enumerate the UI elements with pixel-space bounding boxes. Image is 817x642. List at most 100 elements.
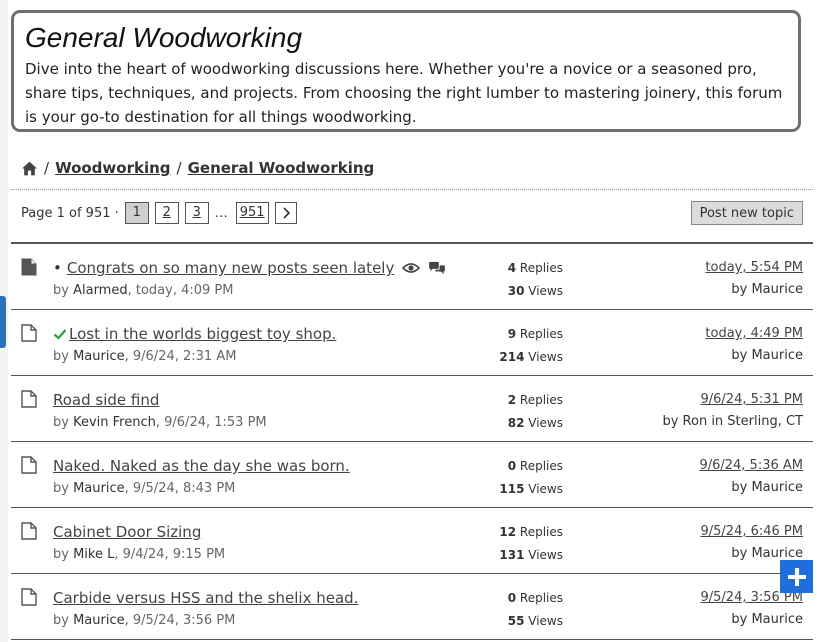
topic-stats: 0 Replies 55 Views bbox=[451, 587, 563, 633]
document-icon bbox=[21, 522, 37, 540]
last-post-author[interactable]: Maurice bbox=[751, 546, 803, 561]
left-edge-strip bbox=[0, 0, 8, 642]
check-icon bbox=[53, 329, 67, 340]
last-post-prefix: by bbox=[731, 348, 748, 363]
last-post: 9/6/24, 5:36 AM by Maurice bbox=[699, 455, 803, 499]
topic-title-line: Naked. Naked as the day she was born. bbox=[53, 455, 350, 477]
topic-author[interactable]: Alarmed bbox=[73, 283, 128, 298]
last-post-prefix: by bbox=[731, 282, 748, 297]
author-prefix: by bbox=[53, 415, 69, 430]
last-post-prefix: by bbox=[731, 612, 748, 627]
page-button-1[interactable]: 1 bbox=[124, 202, 149, 224]
topic-list: • Congrats on so many new posts seen lat… bbox=[11, 242, 813, 640]
pagination-bar: Page 1 of 951 · 1 2 3 … 951 Post new top… bbox=[21, 201, 803, 225]
eye-icon bbox=[402, 263, 421, 273]
breadcrumb-woodworking[interactable]: Woodworking bbox=[55, 159, 170, 177]
topic-date: , 9/5/24, 8:43 PM bbox=[124, 481, 236, 496]
forum-title: General Woodworking bbox=[25, 22, 303, 53]
replies-label: Replies bbox=[519, 327, 563, 341]
topic-author[interactable]: Maurice bbox=[73, 349, 125, 364]
replies-label: Replies bbox=[519, 525, 563, 539]
last-post-time[interactable]: today, 5:54 PM bbox=[705, 260, 803, 275]
view-count: 82 bbox=[507, 416, 525, 430]
topic-meta: by Maurice, 9/5/24, 8:43 PM bbox=[53, 479, 350, 499]
reply-count: 4 bbox=[507, 261, 517, 275]
topic-date: , 9/6/24, 1:53 PM bbox=[155, 415, 267, 430]
topic-row: Road side find by Kevin French, 9/6/24, … bbox=[11, 376, 813, 442]
views-label: Views bbox=[528, 416, 563, 430]
views-label: Views bbox=[528, 350, 563, 364]
replies-label: Replies bbox=[519, 393, 563, 407]
topic-main: Naked. Naked as the day she was born. by… bbox=[53, 455, 350, 499]
replies-label: Replies bbox=[519, 591, 563, 605]
page-label: Page 1 of 951 · bbox=[21, 205, 119, 221]
topic-row: Lost in the worlds biggest toy shop. by … bbox=[11, 310, 813, 376]
last-post-time[interactable]: 9/6/24, 5:36 AM bbox=[699, 458, 803, 473]
last-post-time[interactable]: 9/6/24, 5:31 PM bbox=[701, 392, 804, 407]
topic-title-link[interactable]: Road side find bbox=[53, 391, 159, 409]
replies-label: Replies bbox=[519, 261, 563, 275]
view-count: 115 bbox=[499, 482, 525, 496]
last-post-author[interactable]: Maurice bbox=[751, 348, 803, 363]
topic-author[interactable]: Kevin French bbox=[73, 415, 156, 430]
last-post-author[interactable]: Ron in Sterling, CT bbox=[683, 414, 803, 429]
views-label: Views bbox=[528, 482, 563, 496]
last-post-prefix: by bbox=[731, 546, 748, 561]
last-post: today, 4:49 PM by Maurice bbox=[705, 323, 803, 367]
document-icon bbox=[21, 390, 37, 408]
topic-date: , today, 4:09 PM bbox=[127, 283, 234, 298]
replies-label: Replies bbox=[519, 459, 563, 473]
last-post-author[interactable]: Maurice bbox=[751, 282, 803, 297]
topic-title-link[interactable]: Cabinet Door Sizing bbox=[53, 523, 201, 541]
topic-row: Cabinet Door Sizing by Mike L, 9/4/24, 9… bbox=[11, 508, 813, 574]
topic-row: Carbide versus HSS and the shelix head. … bbox=[11, 574, 813, 640]
page-button-3[interactable]: 3 bbox=[184, 202, 209, 224]
share-button[interactable] bbox=[780, 560, 813, 593]
topic-title-link[interactable]: Naked. Naked as the day she was born. bbox=[53, 457, 350, 475]
topic-main: Road side find by Kevin French, 9/6/24, … bbox=[53, 389, 267, 433]
topic-title-line: Road side find bbox=[53, 389, 267, 411]
document-icon bbox=[21, 588, 37, 606]
chat-bubbles-icon bbox=[429, 261, 446, 275]
page-button-last[interactable]: 951 bbox=[235, 202, 269, 224]
view-count: 131 bbox=[499, 548, 525, 562]
author-prefix: by bbox=[53, 481, 69, 496]
topic-date: , 9/6/24, 2:31 AM bbox=[124, 349, 237, 364]
topic-row: Naked. Naked as the day she was born. by… bbox=[11, 442, 813, 508]
topic-title-link[interactable]: Carbide versus HSS and the shelix head. bbox=[53, 589, 358, 607]
topic-author[interactable]: Maurice bbox=[73, 613, 125, 628]
last-post-author[interactable]: Maurice bbox=[751, 480, 803, 495]
last-post-prefix: by bbox=[662, 414, 679, 429]
topic-author[interactable]: Maurice bbox=[73, 481, 125, 496]
topic-meta: by Mike L, 9/4/24, 9:15 PM bbox=[53, 545, 225, 565]
page-button-2[interactable]: 2 bbox=[154, 202, 179, 224]
document-icon bbox=[21, 258, 37, 276]
author-prefix: by bbox=[53, 547, 69, 562]
next-page-button[interactable] bbox=[274, 202, 297, 224]
post-new-topic-button[interactable]: Post new topic bbox=[690, 201, 803, 225]
topic-meta: by Maurice, 9/6/24, 2:31 AM bbox=[53, 347, 336, 367]
topic-author[interactable]: Mike L bbox=[73, 547, 114, 562]
topic-title-link[interactable]: Lost in the worlds biggest toy shop. bbox=[69, 325, 336, 343]
views-label: Views bbox=[528, 284, 563, 298]
topic-stats: 0 Replies 115 Views bbox=[451, 455, 563, 501]
plus-icon bbox=[787, 567, 806, 586]
last-post-time[interactable]: 9/5/24, 6:46 PM bbox=[701, 524, 804, 539]
topic-row: • Congrats on so many new posts seen lat… bbox=[11, 244, 813, 310]
last-post-prefix: by bbox=[731, 480, 748, 495]
author-prefix: by bbox=[53, 283, 69, 298]
topic-meta: by Maurice, 9/5/24, 3:56 PM bbox=[53, 611, 358, 631]
topic-title-line: Lost in the worlds biggest toy shop. bbox=[53, 323, 336, 345]
last-post: 9/5/24, 6:46 PM by Maurice bbox=[701, 521, 804, 565]
topic-meta: by Alarmed, today, 4:09 PM bbox=[53, 281, 446, 301]
last-post-time[interactable]: today, 4:49 PM bbox=[705, 326, 803, 341]
breadcrumb-general-woodworking[interactable]: General Woodworking bbox=[188, 159, 375, 177]
topic-date: , 9/4/24, 9:15 PM bbox=[114, 547, 226, 562]
divider bbox=[11, 189, 813, 190]
reply-count: 2 bbox=[507, 393, 517, 407]
home-icon[interactable] bbox=[21, 160, 38, 177]
side-tab[interactable] bbox=[0, 296, 6, 348]
view-count: 214 bbox=[499, 350, 525, 364]
topic-title-link[interactable]: Congrats on so many new posts seen latel… bbox=[67, 259, 394, 277]
last-post-author[interactable]: Maurice bbox=[751, 612, 803, 627]
